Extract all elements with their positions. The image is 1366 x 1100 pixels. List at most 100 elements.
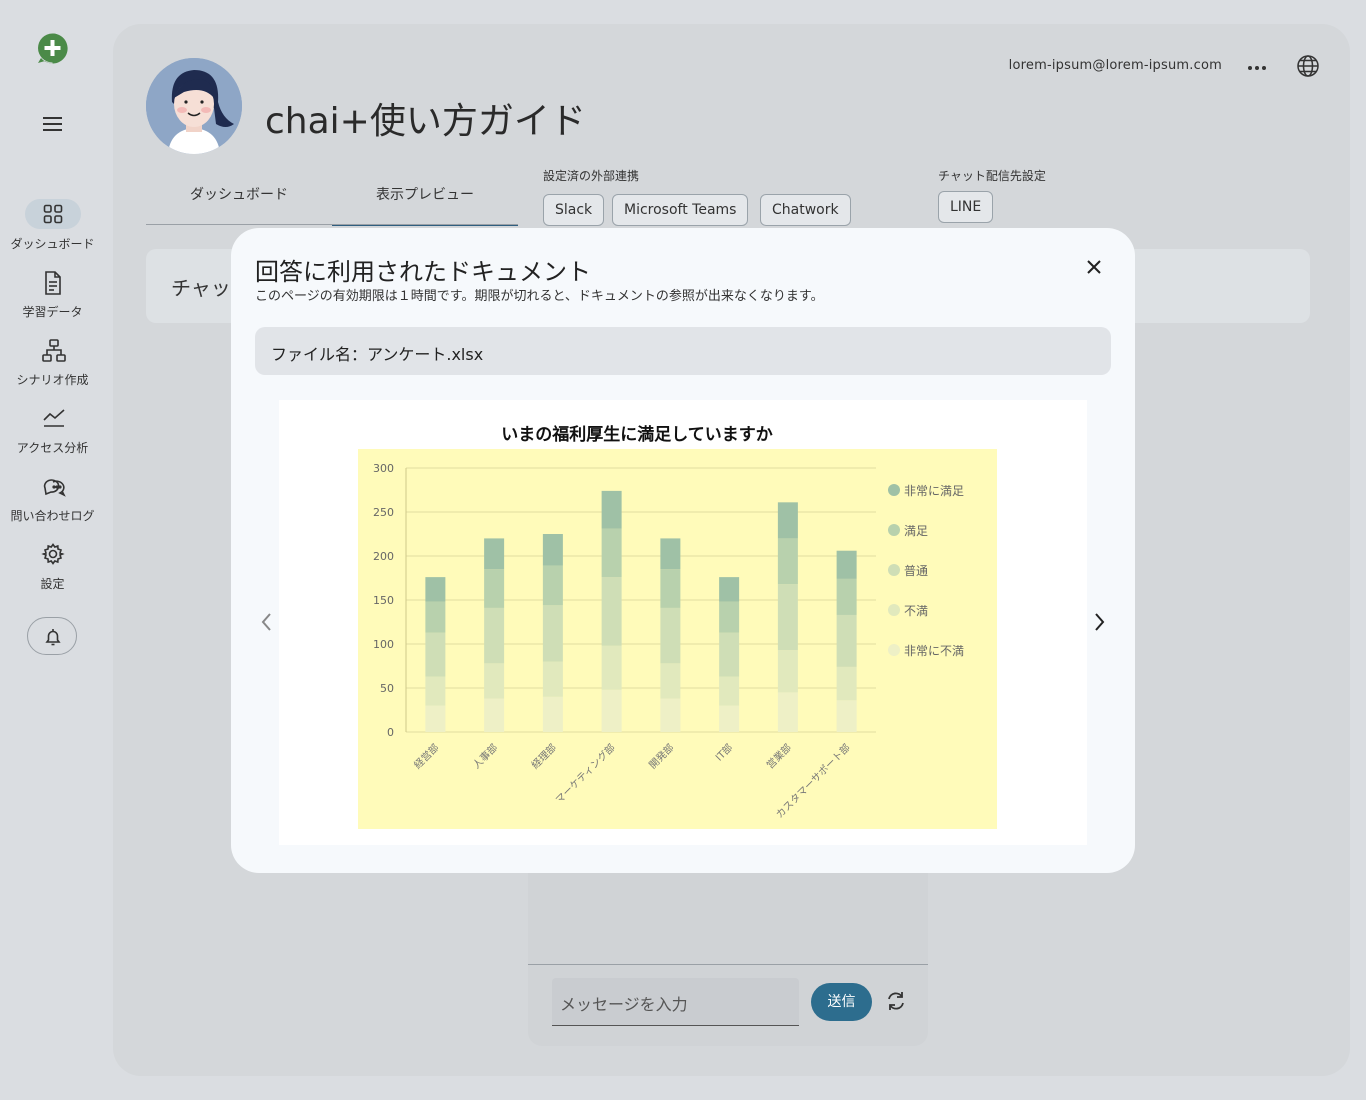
legend-marker (888, 604, 900, 616)
tab-underline (146, 224, 518, 225)
bar-segment (542, 661, 563, 697)
bar-segment (836, 700, 857, 732)
more-options-icon[interactable] (1246, 60, 1268, 74)
bar-segment (425, 601, 446, 633)
modal-title: 回答に利用されたドキュメント (255, 258, 591, 286)
legend-label: 非常に不満 (904, 644, 964, 658)
bar-segment (777, 584, 798, 651)
chevron-left-icon[interactable] (257, 610, 277, 634)
bar-segment (601, 577, 622, 646)
close-icon[interactable] (1083, 256, 1105, 278)
bar-segment (836, 550, 857, 579)
bar-segment (719, 676, 740, 706)
page-title: chai+使い方ガイド (265, 101, 586, 142)
document-slide: いまの福利厚生に満足していますか 0 50 100 150 200 250 300 経営部 人事部… (279, 400, 1087, 845)
y-tick-label: 100 (373, 638, 394, 651)
chat-delivery-label: チャット配信先設定 (938, 169, 1046, 183)
legend-marker (888, 644, 900, 656)
bar-segment (484, 538, 505, 570)
y-tick-label: 300 (373, 462, 394, 475)
bar-segment (425, 705, 446, 732)
chart-title: いまの福利厚生に満足していますか (501, 424, 773, 445)
bar-segment (660, 663, 681, 699)
sidebar-item-learning-data[interactable]: 学習データ (0, 267, 105, 320)
sidebar-item-label: シナリオ作成 (16, 373, 89, 387)
legend-label: 非常に満足 (904, 484, 964, 498)
sidebar-item-scenario[interactable]: シナリオ作成 (0, 335, 105, 388)
refresh-icon[interactable] (885, 989, 907, 1013)
bar-segment (719, 705, 740, 732)
legend-label: 不満 (904, 604, 928, 618)
bar-segment (484, 569, 505, 608)
bar-segment (425, 632, 446, 677)
bar-segment (601, 689, 622, 732)
bar-segment (660, 538, 681, 570)
tab-preview[interactable]: 表示プレビュー (332, 184, 518, 226)
message-input[interactable]: メッセージを入力 (552, 978, 799, 1026)
y-tick-label: 250 (373, 506, 394, 519)
legend-marker (888, 564, 900, 576)
bar-segment (542, 605, 563, 662)
document-modal: 回答に利用されたドキュメント このページの有効期限は１時間です。期限が切れると、… (231, 228, 1135, 873)
bar-segment (777, 502, 798, 539)
bar-segment (601, 528, 622, 578)
notification-bell-icon[interactable] (27, 617, 77, 655)
sidebar-item-label: アクセス分析 (16, 441, 89, 455)
sidebar-item-inquiry-log[interactable]: 問い合わせログ (0, 471, 105, 524)
bar-segment (484, 607, 505, 664)
bar-segment (836, 578, 857, 615)
bar-segment (484, 663, 505, 699)
bar-segment (425, 676, 446, 706)
sidebar-item-label: 設定 (40, 577, 65, 591)
user-email[interactable]: lorem-ipsum@lorem-ipsum.com (1009, 58, 1222, 73)
bar-segment (836, 666, 857, 701)
tab-dashboard[interactable]: ダッシュボード (146, 184, 332, 226)
legend-label: 普通 (904, 564, 928, 578)
divider (528, 964, 928, 965)
chat-preview-panel: メッセージを入力 送信 (528, 864, 928, 1046)
globe-icon[interactable] (1296, 54, 1320, 78)
bar-segment (660, 607, 681, 664)
bar-segment (601, 645, 622, 690)
sidebar-item-label: 学習データ (22, 305, 83, 319)
hamburger-menu-icon[interactable] (40, 112, 66, 136)
bar-segment (542, 565, 563, 606)
chevron-right-icon[interactable] (1089, 610, 1109, 634)
avatar (146, 58, 242, 154)
bar-segment (836, 614, 857, 667)
bar-segment (719, 632, 740, 677)
sidebar-item-dashboard[interactable]: ダッシュボード (0, 199, 105, 252)
chat-section-title: チャッ (171, 276, 231, 300)
app-logo-icon[interactable] (36, 32, 69, 65)
chat-bubbles-icon (25, 471, 81, 501)
modal-subtitle: このページの有効期限は１時間です。期限が切れると、ドキュメントの参照が出来なくな… (255, 289, 824, 304)
y-tick-label: 0 (387, 726, 394, 739)
integration-chip-chatwork[interactable]: Chatwork (760, 194, 851, 226)
send-button[interactable]: 送信 (811, 983, 872, 1021)
document-icon (25, 267, 81, 297)
bar-segment (601, 490, 622, 529)
bar-segment (719, 577, 740, 602)
sidebar-item-label: ダッシュボード (10, 237, 95, 251)
trend-icon (25, 403, 81, 433)
legend-marker (888, 524, 900, 536)
file-name-box: ファイル名：アンケート.xlsx (255, 327, 1111, 375)
sidebar-item-settings[interactable]: 設定 (0, 539, 105, 592)
sidebar: ダッシュボード 学習データ シナリオ作成 アクセス分析 問い合わせログ 設定 (0, 0, 105, 1100)
bar-segment (777, 692, 798, 732)
bar-segment (777, 538, 798, 585)
integration-chip-slack[interactable]: Slack (543, 194, 605, 226)
integrations-label: 設定済の外部連携 (543, 169, 640, 183)
delivery-chip-line[interactable]: LINE (938, 191, 994, 223)
integration-chip-teams[interactable]: Microsoft Teams (612, 194, 749, 226)
hierarchy-icon (25, 335, 81, 365)
legend-marker (888, 484, 900, 496)
bar-segment (484, 698, 505, 732)
legend-label: 満足 (904, 524, 928, 538)
stacked-bar-chart: いまの福利厚生に満足していますか050100150200250300経営部 人事部… (358, 424, 997, 829)
y-tick-label: 150 (373, 594, 394, 607)
bar-segment (777, 650, 798, 693)
bar-segment (660, 569, 681, 608)
bar-segment (542, 696, 563, 732)
sidebar-item-analytics[interactable]: アクセス分析 (0, 403, 105, 456)
